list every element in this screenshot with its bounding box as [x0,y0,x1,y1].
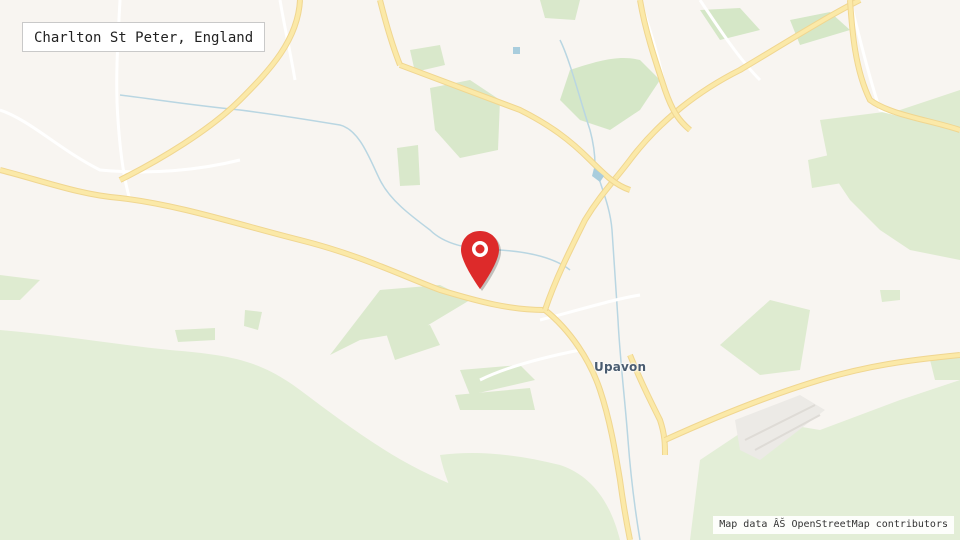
woodland [540,0,580,20]
woodland [397,145,420,186]
green-field [880,290,900,302]
place-label-upavon: Upavon [594,360,647,374]
location-label: Charlton St Peter, England [22,22,266,52]
map-attribution: Map data ÂŠ OpenStreetMap contributors [713,516,954,534]
green-patch [175,328,215,342]
map-pin-icon[interactable] [455,229,505,295]
water-body [513,47,520,54]
